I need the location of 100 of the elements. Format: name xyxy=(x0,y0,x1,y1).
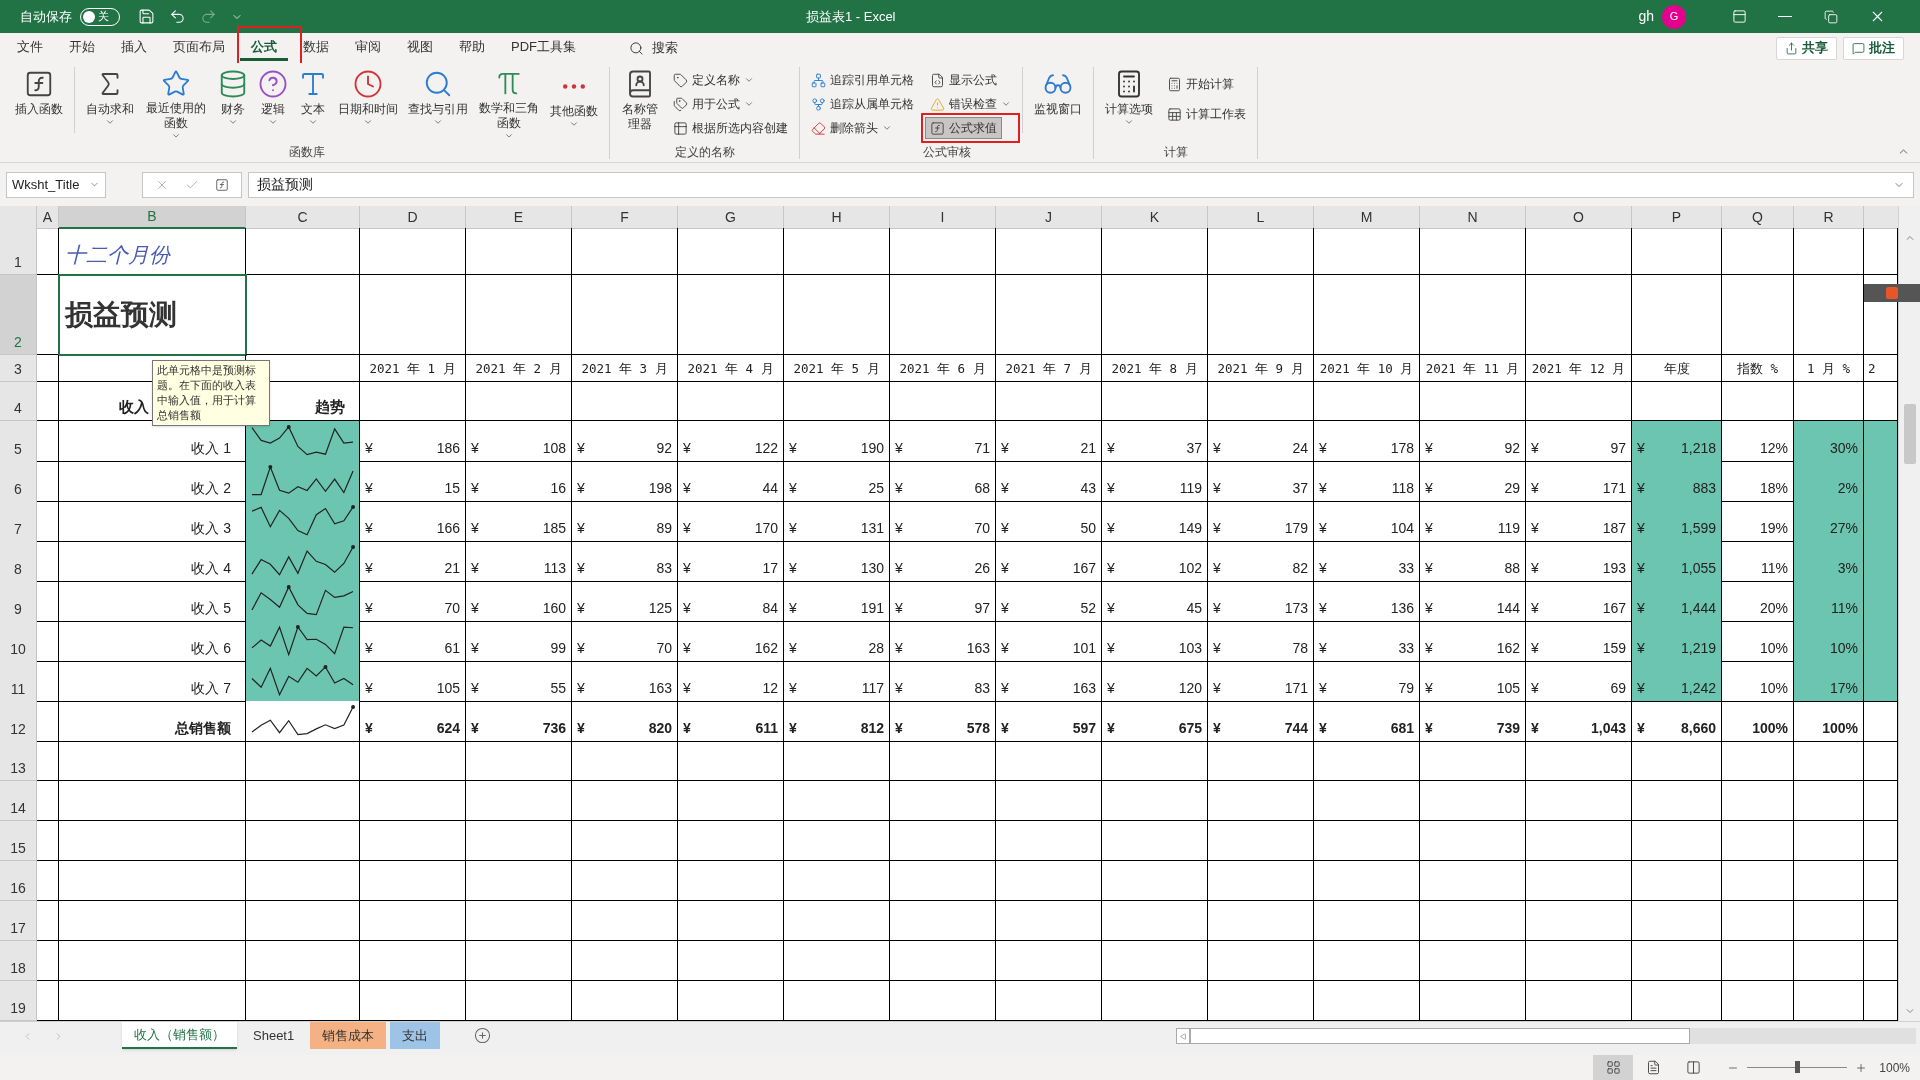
empty-cell[interactable] xyxy=(246,821,360,861)
empty-cell[interactable] xyxy=(37,781,59,821)
empty-cell[interactable] xyxy=(37,741,59,781)
empty-cell[interactable] xyxy=(360,275,466,355)
empty-cell[interactable] xyxy=(678,781,784,821)
empty-cell[interactable] xyxy=(1526,275,1632,355)
empty-cell[interactable] xyxy=(1632,781,1722,821)
ribbon-button[interactable]: 追踪从属单元格 xyxy=(806,93,919,115)
empty-cell[interactable] xyxy=(1102,781,1208,821)
empty-cell[interactable] xyxy=(1102,821,1208,861)
empty-cell[interactable] xyxy=(1314,382,1420,421)
row-number[interactable]: 5 xyxy=(0,421,37,462)
ribbon-button[interactable]: 名称管理器 xyxy=(616,67,664,141)
empty-cell[interactable] xyxy=(37,501,59,542)
empty-cell[interactable] xyxy=(246,781,360,821)
empty-cell[interactable] xyxy=(466,941,572,981)
empty-cell[interactable] xyxy=(246,861,360,901)
empty-cell[interactable] xyxy=(1102,741,1208,781)
empty-cell[interactable] xyxy=(572,861,678,901)
ribbon-button[interactable]: 监视窗口 xyxy=(1029,67,1087,141)
empty-cell[interactable] xyxy=(678,901,784,941)
sheet-tab[interactable]: 支出 xyxy=(390,1022,441,1049)
empty-cell[interactable] xyxy=(678,821,784,861)
empty-cell[interactable] xyxy=(466,275,572,355)
empty-cell[interactable] xyxy=(1208,861,1314,901)
empty-cell[interactable] xyxy=(1420,382,1526,421)
empty-cell[interactable] xyxy=(572,821,678,861)
empty-cell[interactable] xyxy=(1208,941,1314,981)
empty-cell[interactable] xyxy=(1526,861,1632,901)
empty-cell[interactable] xyxy=(572,901,678,941)
empty-cell[interactable] xyxy=(572,781,678,821)
column-header[interactable]: O xyxy=(1526,206,1632,229)
empty-cell[interactable] xyxy=(37,621,59,662)
empty-cell[interactable] xyxy=(1102,901,1208,941)
ribbon-button[interactable]: 查找与引用 xyxy=(403,67,473,141)
empty-cell[interactable] xyxy=(678,228,784,275)
empty-cell[interactable] xyxy=(37,382,59,421)
empty-cell[interactable] xyxy=(1526,781,1632,821)
empty-cell[interactable] xyxy=(37,421,59,462)
empty-cell[interactable] xyxy=(996,861,1102,901)
column-header[interactable]: D xyxy=(360,206,466,229)
ribbon-button[interactable]: 公式求值 xyxy=(925,117,1002,139)
empty-cell[interactable] xyxy=(1722,781,1794,821)
empty-cell[interactable] xyxy=(1420,941,1526,981)
empty-cell[interactable] xyxy=(890,741,996,781)
ribbon-button[interactable]: 根据所选内容创建 xyxy=(668,117,793,139)
empty-cell[interactable] xyxy=(360,228,466,275)
empty-cell[interactable] xyxy=(37,541,59,582)
column-header[interactable]: E xyxy=(466,206,572,229)
avatar[interactable]: G xyxy=(1662,4,1686,29)
empty-cell[interactable] xyxy=(1314,901,1420,941)
row-number[interactable]: 6 xyxy=(0,461,37,502)
empty-cell[interactable] xyxy=(1722,228,1794,275)
empty-cell[interactable] xyxy=(996,901,1102,941)
column-header[interactable]: P xyxy=(1632,206,1722,229)
empty-cell[interactable] xyxy=(360,382,466,421)
empty-cell[interactable] xyxy=(360,941,466,981)
empty-cell[interactable] xyxy=(572,275,678,355)
empty-cell[interactable] xyxy=(1722,821,1794,861)
column-header[interactable]: A xyxy=(37,206,59,229)
ribbon-button[interactable]: 自动求和 xyxy=(81,67,139,141)
empty-cell[interactable] xyxy=(1208,741,1314,781)
empty-cell[interactable] xyxy=(1632,901,1722,941)
empty-cell[interactable] xyxy=(1102,228,1208,275)
name-box[interactable]: Wksht_Title xyxy=(6,171,106,198)
empty-cell[interactable] xyxy=(1632,275,1722,355)
empty-cell[interactable] xyxy=(1526,228,1632,275)
empty-cell[interactable] xyxy=(678,382,784,421)
sheet-tab[interactable]: 销售成本 xyxy=(310,1022,387,1049)
empty-cell[interactable] xyxy=(37,901,59,941)
column-header[interactable]: J xyxy=(996,206,1102,229)
ribbon-button[interactable]: 追踪引用单元格 xyxy=(806,69,919,91)
empty-cell[interactable] xyxy=(1314,941,1420,981)
empty-cell[interactable] xyxy=(360,901,466,941)
empty-cell[interactable] xyxy=(678,275,784,355)
vertical-scrollbar[interactable] xyxy=(1898,206,1920,1021)
row-number[interactable]: 17 xyxy=(0,901,37,941)
column-header[interactable]: M xyxy=(1314,206,1420,229)
empty-cell[interactable] xyxy=(1632,228,1722,275)
empty-cell[interactable] xyxy=(37,661,59,702)
column-header[interactable]: N xyxy=(1420,206,1526,229)
empty-cell[interactable] xyxy=(1722,861,1794,901)
empty-cell[interactable] xyxy=(59,861,246,901)
empty-cell[interactable] xyxy=(59,941,246,981)
ribbon-button[interactable]: 数学和三角函数 xyxy=(473,67,545,141)
ribbon-button[interactable]: 定义名称 xyxy=(668,69,759,91)
empty-cell[interactable] xyxy=(1102,382,1208,421)
ribbon-button[interactable]: 计算工作表 xyxy=(1162,103,1251,125)
column-header[interactable]: L xyxy=(1208,206,1314,229)
empty-cell[interactable] xyxy=(37,701,59,742)
empty-cell[interactable] xyxy=(360,781,466,821)
empty-cell[interactable] xyxy=(246,941,360,981)
empty-cell[interactable] xyxy=(678,861,784,901)
row-number[interactable]: 1 xyxy=(0,228,37,275)
empty-cell[interactable] xyxy=(1208,382,1314,421)
empty-cell[interactable] xyxy=(1314,275,1420,355)
row-number[interactable]: 7 xyxy=(0,501,37,542)
empty-cell[interactable] xyxy=(1314,741,1420,781)
row-number[interactable]: 19 xyxy=(0,981,37,1021)
empty-cell[interactable] xyxy=(1420,821,1526,861)
